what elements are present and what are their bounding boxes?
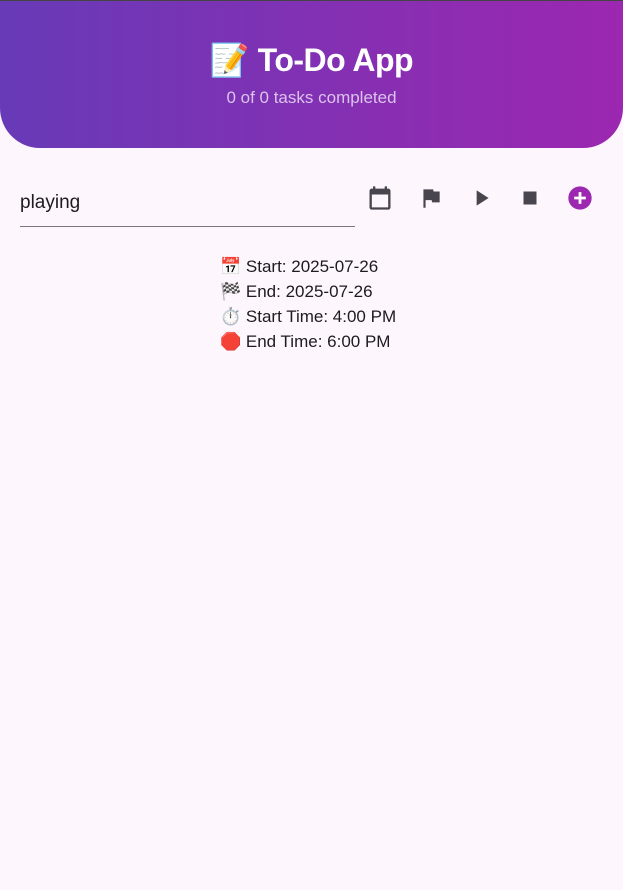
memo-icon: 📝 bbox=[209, 42, 250, 78]
add-task-button[interactable] bbox=[563, 181, 597, 215]
tasks-completed-count: 0 of 0 tasks completed bbox=[226, 88, 397, 107]
add-circle-icon bbox=[568, 186, 592, 210]
start-time-label: ⏱️ Start Time: 4:00 PM bbox=[220, 307, 397, 326]
stop-icon bbox=[523, 191, 537, 205]
end-time-label: 🛑 End Time: 6:00 PM bbox=[220, 332, 391, 351]
task-input[interactable] bbox=[20, 179, 355, 227]
end-date-label: 🏁 End: 2025-07-26 bbox=[220, 282, 373, 301]
calendar-icon bbox=[369, 186, 391, 210]
title-text: To-Do App bbox=[257, 42, 414, 78]
pick-end-time-button[interactable] bbox=[513, 181, 547, 215]
pick-start-time-button[interactable] bbox=[464, 181, 498, 215]
app-header: 📝 To-Do App 0 of 0 tasks completed bbox=[0, 1, 623, 148]
page-title: 📝 To-Do App bbox=[0, 41, 623, 79]
pick-end-date-button[interactable] bbox=[414, 181, 448, 215]
task-schedule-info: 📅 Start: 2025-07-26 🏁 End: 2025-07-26 ⏱️… bbox=[220, 254, 396, 354]
flag-icon bbox=[423, 189, 440, 208]
play-icon bbox=[476, 190, 489, 206]
pick-start-date-button[interactable] bbox=[363, 181, 397, 215]
start-date-label: 📅 Start: 2025-07-26 bbox=[220, 257, 379, 276]
